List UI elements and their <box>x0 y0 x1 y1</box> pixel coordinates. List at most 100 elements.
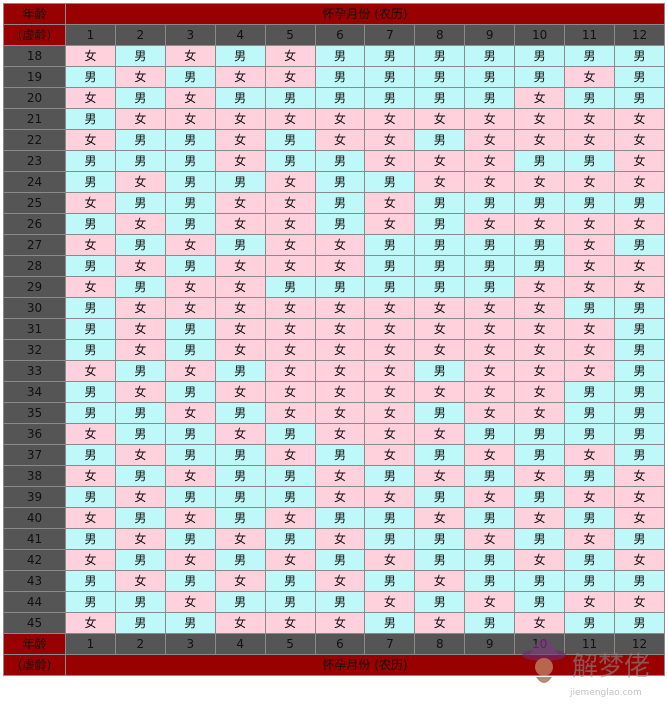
month-number: 4 <box>214 633 266 655</box>
gender-cell: 男 <box>464 549 516 571</box>
age-row: 45 女男男女女女男女男女男男 <box>3 612 666 634</box>
gender-cell: 男 <box>613 234 666 256</box>
bottom-month-row: 年龄 1 2 3 4 5 6 7 8 9 10 11 12 <box>3 633 666 655</box>
gender-cell: 男 <box>314 591 366 613</box>
gender-cell: 男 <box>164 570 216 592</box>
gender-cell: 女 <box>264 612 316 634</box>
age-row: 39 男女男男男女女男女男女女 <box>3 486 666 508</box>
gender-cell: 男 <box>364 171 416 193</box>
gender-cell: 男 <box>214 465 266 487</box>
age-value: 43 <box>3 570 66 592</box>
gender-cell: 女 <box>214 276 266 298</box>
gender-cell: 女 <box>164 507 216 529</box>
gender-cell: 男 <box>613 360 666 382</box>
age-value: 23 <box>3 150 66 172</box>
gender-cell: 男 <box>613 612 666 634</box>
gender-cell: 男 <box>314 549 366 571</box>
age-value: 34 <box>3 381 66 403</box>
gender-cell: 男 <box>364 234 416 256</box>
gender-cell: 男 <box>564 507 615 529</box>
gender-cell: 女 <box>114 255 166 277</box>
gender-cell: 男 <box>514 486 566 508</box>
gender-cell: 女 <box>414 381 466 403</box>
gender-cell: 女 <box>364 213 416 235</box>
age-row: 22 女男男女男女女男女女女女 <box>3 129 666 151</box>
gender-cell: 女 <box>214 570 266 592</box>
gender-cell: 女 <box>65 45 116 67</box>
age-row: 42 女男女男女男女男男女男女 <box>3 549 666 571</box>
gender-cell: 男 <box>164 150 216 172</box>
gender-cell: 男 <box>414 255 466 277</box>
month-number: 3 <box>164 24 216 46</box>
gender-cell: 男 <box>613 402 666 424</box>
gender-cell: 女 <box>264 192 316 214</box>
gender-cell: 女 <box>514 507 566 529</box>
gender-cell: 女 <box>264 234 316 256</box>
gender-cell: 男 <box>564 423 615 445</box>
month-number: 2 <box>114 633 166 655</box>
gender-cell: 女 <box>114 318 166 340</box>
gender-cell: 女 <box>214 150 266 172</box>
gender-cell: 男 <box>564 570 615 592</box>
gender-cell: 男 <box>164 528 216 550</box>
gender-cell: 女 <box>464 381 516 403</box>
gender-cell: 女 <box>264 360 316 382</box>
month-number: 10 <box>514 24 566 46</box>
gender-cell: 女 <box>214 381 266 403</box>
gender-cell: 女 <box>414 318 466 340</box>
gender-cell: 女 <box>564 486 615 508</box>
gender-cell: 男 <box>65 171 116 193</box>
gender-cell: 女 <box>364 150 416 172</box>
age-value: 38 <box>3 465 66 487</box>
gender-cell: 男 <box>514 255 566 277</box>
gender-cell: 女 <box>264 45 316 67</box>
gender-cell: 男 <box>164 423 216 445</box>
gender-cell: 男 <box>464 507 516 529</box>
gender-cell: 男 <box>613 192 666 214</box>
age-row: 43 男女男女男女男女男男男男 <box>3 570 666 592</box>
gender-cell: 女 <box>214 528 266 550</box>
gender-cell: 男 <box>364 45 416 67</box>
gender-cell: 女 <box>65 465 116 487</box>
gender-cell: 男 <box>564 381 615 403</box>
month-number: 2 <box>114 24 166 46</box>
gender-cell: 女 <box>314 255 366 277</box>
gender-cell: 男 <box>314 87 366 109</box>
gender-cell: 女 <box>114 486 166 508</box>
gender-cell: 女 <box>364 486 416 508</box>
gender-cell: 女 <box>613 591 666 613</box>
gender-cell: 女 <box>464 213 516 235</box>
gender-cell: 女 <box>464 360 516 382</box>
gender-cell: 女 <box>164 45 216 67</box>
gender-cell: 女 <box>464 150 516 172</box>
gender-cell: 女 <box>65 276 116 298</box>
gender-cell: 女 <box>514 129 566 151</box>
gender-cell: 女 <box>364 381 416 403</box>
gender-cell: 男 <box>264 129 316 151</box>
gender-cell: 男 <box>114 276 166 298</box>
age-value: 40 <box>3 507 66 529</box>
gender-cell: 男 <box>414 87 466 109</box>
gender-cell: 男 <box>514 234 566 256</box>
gender-cell: 男 <box>414 444 466 466</box>
gender-cell: 男 <box>514 591 566 613</box>
gender-cell: 女 <box>514 360 566 382</box>
gender-cell: 女 <box>114 444 166 466</box>
gender-cell: 女 <box>264 381 316 403</box>
gender-cell: 男 <box>314 507 366 529</box>
gender-cell: 男 <box>164 318 216 340</box>
age-value: 44 <box>3 591 66 613</box>
gender-cell: 女 <box>464 402 516 424</box>
month-number: 7 <box>364 633 416 655</box>
gender-cell: 女 <box>314 360 366 382</box>
gender-cell: 女 <box>114 570 166 592</box>
gender-cell: 男 <box>464 45 516 67</box>
gender-cell: 女 <box>564 66 615 88</box>
gender-cell: 男 <box>414 360 466 382</box>
bottom-title-row: (虚龄) 怀孕月份 (农历) <box>3 654 665 676</box>
gender-cell: 女 <box>65 549 116 571</box>
gender-cell: 女 <box>464 108 516 130</box>
gender-cell: 女 <box>314 129 366 151</box>
gender-cell: 男 <box>164 339 216 361</box>
gender-cell: 女 <box>264 213 316 235</box>
